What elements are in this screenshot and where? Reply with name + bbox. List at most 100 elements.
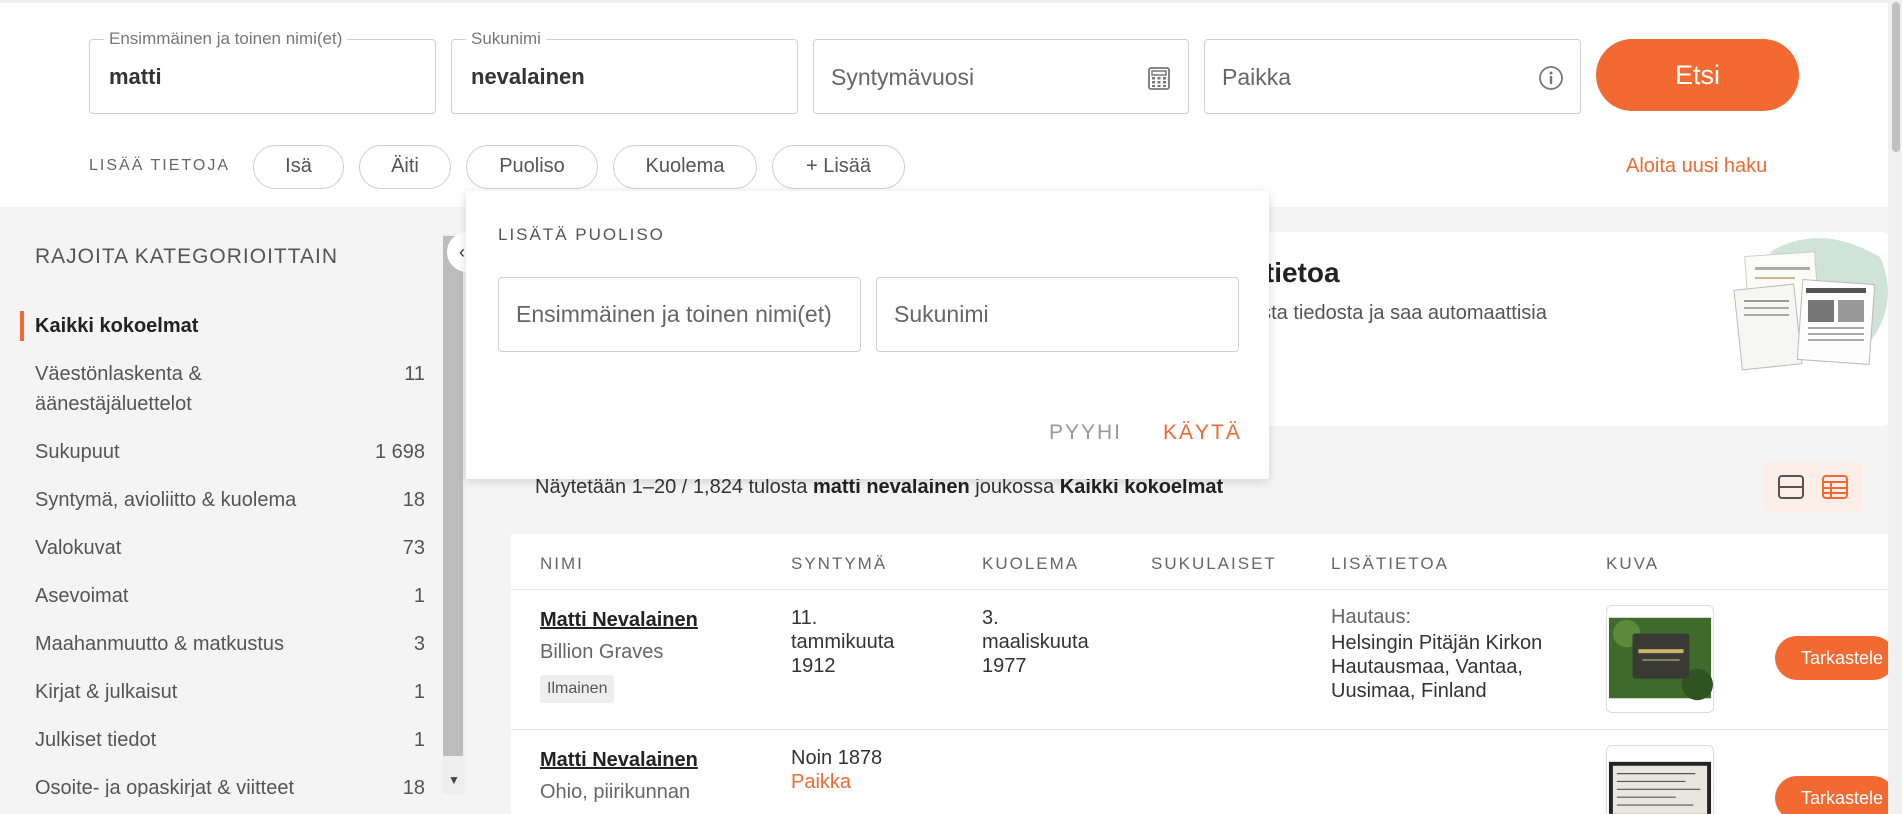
sidebar-title: RAJOITA KATEGORIOITTAIN: [35, 245, 339, 268]
column-header-death: KUOLEMA: [982, 554, 1080, 573]
death-year: 1977: [982, 655, 1027, 677]
death-month: maaliskuuta: [982, 631, 1089, 653]
info-label: Hautaus:: [1331, 606, 1412, 628]
category-count: 18: [402, 489, 425, 511]
scroll-down-arrow-icon[interactable]: ▼: [448, 773, 460, 787]
category-item-census[interactable]: Väestönlaskenta & äänestäjäluettelot 11: [35, 359, 425, 419]
category-count: 1 698: [374, 441, 425, 463]
birth-year: 1912: [791, 655, 836, 677]
gravestone-image-icon: [1608, 617, 1713, 701]
view-toggle: [1764, 462, 1862, 512]
calendar-icon[interactable]: [1146, 65, 1172, 91]
record-thumbnail[interactable]: [1606, 605, 1714, 713]
category-label: Julkiset tiedot: [35, 729, 157, 751]
category-label: Kaikki kokoelmat: [35, 315, 199, 337]
birth-day: 11.: [791, 607, 818, 629]
place-field[interactable]: Paikka: [1204, 39, 1581, 114]
birth-approx: Noin 1878: [791, 747, 883, 769]
search-bar: Ensimmäinen ja toinen nimi(et) matti Suk…: [0, 0, 1888, 207]
column-header-image: KUVA: [1606, 554, 1660, 573]
info-value-line: Uusimaa, Finland: [1331, 680, 1487, 702]
search-button[interactable]: Etsi: [1596, 39, 1799, 111]
chip-mother[interactable]: Äiti: [359, 145, 451, 189]
last-name-value: nevalainen: [471, 64, 585, 89]
column-header-birth: SYNTYMÄ: [791, 554, 888, 573]
category-item-vital-records[interactable]: Syntymä, avioliitto & kuolema 18: [35, 485, 425, 515]
category-count: 73: [402, 537, 425, 559]
category-label: Maahanmuutto & matkustus: [35, 633, 285, 655]
chip-father[interactable]: Isä: [253, 145, 344, 189]
view-record-button[interactable]: Tarkastele: [1775, 636, 1895, 680]
category-count: 11: [404, 363, 425, 385]
results-table: NIMI SYNTYMÄ KUOLEMA SUKULAISET LISÄTIET…: [511, 534, 1890, 814]
document-image-icon: [1608, 761, 1712, 814]
category-item-public-records[interactable]: Julkiset tiedot 1: [35, 725, 425, 755]
chip-death[interactable]: Kuolema: [613, 145, 757, 189]
row-divider: [511, 589, 1890, 590]
chip-spouse[interactable]: Puoliso: [466, 145, 598, 189]
active-indicator: [20, 311, 24, 341]
sidebar-scrollbar-thumb[interactable]: [443, 236, 463, 756]
promo-text: sesta tiedosta ja saa automaattisia: [1240, 302, 1547, 324]
new-search-link[interactable]: Aloita uusi haku: [1626, 155, 1767, 178]
compact-view-icon[interactable]: [1776, 472, 1806, 502]
birth-place-link[interactable]: Paikka: [791, 770, 882, 794]
category-item-military[interactable]: Asevoimat 1: [35, 581, 425, 611]
documents-illustration-icon: [1733, 238, 1888, 371]
record-source: Billion Graves: [540, 641, 664, 663]
spouse-last-name-input[interactable]: Sukunimi: [876, 277, 1239, 352]
column-header-relatives: SUKULAISET: [1151, 554, 1277, 573]
free-badge: Ilmainen: [540, 675, 615, 703]
birth-cell: Noin 1878 Paikka: [791, 746, 882, 794]
record-source: Ohio, piirikunnan: [540, 781, 691, 803]
column-header-info: LISÄTIETOA: [1331, 554, 1449, 573]
table-row: Matti Nevalainen Ohio, piirikunnan: [540, 748, 698, 804]
category-count: 1: [413, 681, 425, 703]
category-item-immigration[interactable]: Maahanmuutto & matkustus 3: [35, 629, 425, 659]
info-value-line: Hautausmaa, Vantaa,: [1331, 656, 1523, 678]
page-scrollbar-thumb[interactable]: [1892, 2, 1900, 152]
last-name-field[interactable]: Sukunimi nevalainen: [451, 29, 798, 114]
category-label: Väestönlaskenta & äänestäjäluettelot: [35, 363, 202, 415]
birth-cell: 11. tammikuuta 1912: [791, 606, 894, 678]
category-label: Syntymä, avioliitto & kuolema: [35, 489, 297, 511]
info-value-line: Helsingin Pitäjän Kirkon: [1331, 632, 1543, 654]
results-count-text: Näytetään 1–20 / 1,824 tulosta: [535, 476, 808, 498]
page: Ensimmäinen ja toinen nimi(et) matti Suk…: [0, 0, 1902, 814]
more-info-label: LISÄÄ TIETOJA: [89, 157, 231, 174]
apply-button[interactable]: KÄYTÄ: [1163, 421, 1242, 445]
results-summary: Näytetään 1–20 / 1,824 tulosta matti nev…: [535, 476, 1223, 499]
record-name-link[interactable]: Matti Nevalainen: [540, 608, 698, 632]
category-item-books[interactable]: Kirjat & julkaisut 1: [35, 677, 425, 707]
category-label: Sukupuut: [35, 441, 120, 463]
column-header-name: NIMI: [540, 554, 584, 573]
clear-button[interactable]: PYYHI: [1049, 421, 1122, 445]
info-icon[interactable]: [1538, 65, 1564, 91]
results-collection: Kaikki kokoelmat: [1059, 476, 1224, 498]
birth-month: tammikuuta: [791, 631, 895, 653]
category-item-directories[interactable]: Osoite- ja opaskirjat & viitteet 18: [35, 773, 425, 797]
spouse-first-name-input[interactable]: Ensimmäinen ja toinen nimi(et): [498, 277, 861, 352]
view-record-button[interactable]: Tarkastele: [1775, 776, 1895, 814]
category-label: Asevoimat: [35, 585, 129, 607]
add-spouse-popup: LISÄTÄ PUOLISO Ensimmäinen ja toinen nim…: [466, 191, 1269, 479]
last-name-legend: Sukunimi: [466, 29, 546, 49]
category-label: Osoite- ja opaskirjat & viitteet: [35, 777, 294, 797]
category-item-family-trees[interactable]: Sukupuut 1 698: [35, 437, 425, 467]
category-count: 1: [413, 585, 425, 607]
chip-add-more[interactable]: + Lisää: [772, 145, 905, 189]
record-name-link[interactable]: Matti Nevalainen: [540, 748, 698, 772]
first-name-field[interactable]: Ensimmäinen ja toinen nimi(et) matti: [89, 29, 436, 114]
info-cell: Hautaus: Helsingin Pitäjän Kirkon Hautau…: [1331, 605, 1542, 703]
results-query: matti nevalainen: [812, 476, 970, 498]
record-thumbnail[interactable]: [1606, 745, 1714, 814]
birth-year-field[interactable]: Syntymävuosi: [813, 39, 1189, 114]
category-count: 18: [402, 777, 425, 797]
table-row: Matti Nevalainen Billion Graves: [540, 608, 698, 664]
category-item-photos[interactable]: Valokuvat 73: [35, 533, 425, 563]
category-label: Valokuvat: [35, 537, 122, 559]
table-view-icon[interactable]: [1820, 472, 1850, 502]
place-placeholder: Paikka: [1222, 64, 1292, 90]
category-item-all[interactable]: Kaikki kokoelmat: [35, 311, 425, 341]
row-divider: [511, 729, 1890, 730]
